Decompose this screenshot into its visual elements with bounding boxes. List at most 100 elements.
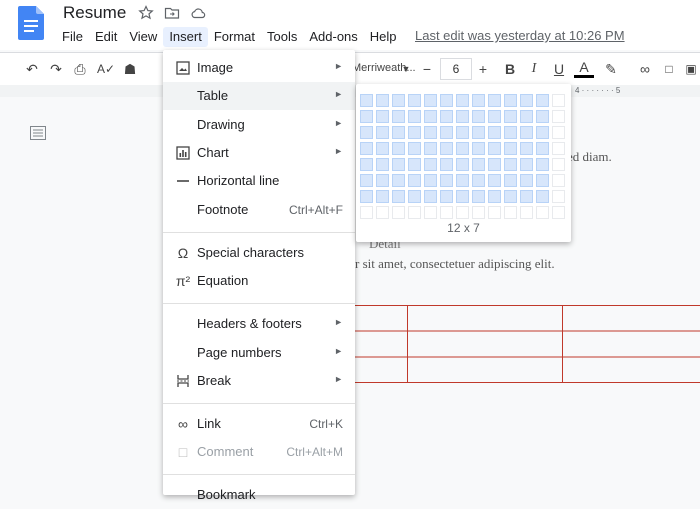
table-picker-cell[interactable]	[520, 110, 533, 123]
table-picker-cell[interactable]	[536, 174, 549, 187]
table-picker-cell[interactable]	[488, 126, 501, 139]
table-picker-cell[interactable]	[504, 206, 517, 219]
table-picker-cell[interactable]	[392, 126, 405, 139]
table-picker-cell[interactable]	[408, 174, 421, 187]
table-picker-cell[interactable]	[440, 174, 453, 187]
menu-item-page-numbers[interactable]: Page numbers ►	[163, 339, 355, 367]
menu-item-drawing[interactable]: Drawing ►	[163, 111, 355, 139]
menu-item-image[interactable]: Image ►	[163, 54, 355, 82]
table-picker-cell[interactable]	[552, 110, 565, 123]
table-picker-cell[interactable]	[376, 190, 389, 203]
table-picker-cell[interactable]	[424, 158, 437, 171]
menu-insert[interactable]: Insert	[163, 27, 208, 47]
spellcheck-icon[interactable]: A✓	[96, 59, 116, 79]
table-picker-cell[interactable]	[456, 190, 469, 203]
increase-size-icon[interactable]: +	[473, 59, 493, 79]
table-picker-cell[interactable]	[552, 158, 565, 171]
table-picker-cell[interactable]	[424, 110, 437, 123]
table-picker-cell[interactable]	[456, 206, 469, 219]
table-picker-cell[interactable]	[392, 174, 405, 187]
document-outline-icon[interactable]	[30, 126, 46, 140]
table-picker-cell[interactable]	[392, 190, 405, 203]
table-picker-cell[interactable]	[360, 158, 373, 171]
menu-item-horizontal-line[interactable]: Horizontal line	[163, 167, 355, 195]
table-picker-cell[interactable]	[440, 126, 453, 139]
table-picker-cell[interactable]	[424, 142, 437, 155]
table-picker-cell[interactable]	[520, 158, 533, 171]
table-picker-cell[interactable]	[472, 174, 485, 187]
table-picker-cell[interactable]	[360, 174, 373, 187]
table-picker-cell[interactable]	[488, 174, 501, 187]
table-picker-cell[interactable]	[440, 206, 453, 219]
menu-item-table[interactable]: Table ►	[163, 82, 355, 110]
document-table[interactable]	[355, 305, 700, 383]
table-picker-cell[interactable]	[408, 158, 421, 171]
table-picker-cell[interactable]	[360, 126, 373, 139]
table-picker-cell[interactable]	[360, 142, 373, 155]
table-picker-cell[interactable]	[472, 158, 485, 171]
menu-edit[interactable]: Edit	[89, 27, 123, 47]
table-picker-cell[interactable]	[408, 190, 421, 203]
table-picker-cell[interactable]	[520, 142, 533, 155]
highlight-icon[interactable]: ✎	[601, 59, 621, 79]
image-icon[interactable]: ▣	[681, 59, 700, 79]
paint-format-icon[interactable]: ☗	[120, 59, 140, 79]
table-picker-cell[interactable]	[376, 206, 389, 219]
table-picker-cell[interactable]	[520, 126, 533, 139]
table-picker-cell[interactable]	[536, 142, 549, 155]
table-picker-cell[interactable]	[408, 126, 421, 139]
table-picker-cell[interactable]	[376, 94, 389, 107]
underline-icon[interactable]: U	[549, 59, 569, 79]
table-picker-cell[interactable]	[440, 190, 453, 203]
table-picker-cell[interactable]	[552, 94, 565, 107]
table-picker-cell[interactable]	[536, 94, 549, 107]
table-picker-cell[interactable]	[408, 142, 421, 155]
table-picker-cell[interactable]	[440, 94, 453, 107]
table-picker-cell[interactable]	[520, 206, 533, 219]
table-picker-cell[interactable]	[376, 158, 389, 171]
menu-format[interactable]: Format	[208, 27, 261, 47]
menu-item-link[interactable]: ∞ Link Ctrl+K	[163, 410, 355, 438]
star-icon[interactable]	[138, 5, 154, 21]
table-picker-cell[interactable]	[392, 206, 405, 219]
font-size-input[interactable]: 6	[440, 58, 472, 80]
table-picker-cell[interactable]	[360, 94, 373, 107]
table-picker-cell[interactable]	[536, 126, 549, 139]
table-picker-cell[interactable]	[392, 110, 405, 123]
table-picker-cell[interactable]	[376, 142, 389, 155]
table-picker-cell[interactable]	[456, 94, 469, 107]
table-picker-cell[interactable]	[488, 158, 501, 171]
comment-icon[interactable]: □	[659, 59, 679, 79]
table-picker-cell[interactable]	[424, 190, 437, 203]
last-edit-link[interactable]: Last edit was yesterday at 10:26 PM	[415, 28, 625, 43]
document-title[interactable]: Resume	[63, 3, 126, 23]
table-picker-cell[interactable]	[424, 174, 437, 187]
table-picker-cell[interactable]	[536, 190, 549, 203]
link-icon[interactable]: ∞	[635, 59, 655, 79]
table-picker-cell[interactable]	[536, 110, 549, 123]
table-picker-cell[interactable]	[376, 126, 389, 139]
table-picker-cell[interactable]	[520, 174, 533, 187]
chevron-down-icon[interactable]: ▼	[396, 59, 416, 79]
table-picker-cell[interactable]	[408, 94, 421, 107]
table-picker-cell[interactable]	[456, 126, 469, 139]
menu-item-bookmark[interactable]: Bookmark	[163, 481, 355, 509]
table-picker-cell[interactable]	[360, 110, 373, 123]
table-picker-cell[interactable]	[424, 94, 437, 107]
table-picker-cell[interactable]	[376, 110, 389, 123]
table-picker-cell[interactable]	[440, 158, 453, 171]
menu-tools[interactable]: Tools	[261, 27, 303, 47]
table-picker-cell[interactable]	[536, 206, 549, 219]
table-picker-cell[interactable]	[392, 94, 405, 107]
table-picker-cell[interactable]	[504, 126, 517, 139]
text-color-icon[interactable]: A	[574, 59, 594, 78]
table-picker-cell[interactable]	[552, 142, 565, 155]
print-icon[interactable]: ⎙	[70, 59, 90, 79]
table-picker-cell[interactable]	[488, 206, 501, 219]
menu-item-chart[interactable]: Chart ►	[163, 139, 355, 167]
table-picker-cell[interactable]	[472, 206, 485, 219]
table-picker-cell[interactable]	[440, 110, 453, 123]
table-picker-cell[interactable]	[504, 142, 517, 155]
table-picker-cell[interactable]	[472, 94, 485, 107]
table-picker-cell[interactable]	[552, 126, 565, 139]
